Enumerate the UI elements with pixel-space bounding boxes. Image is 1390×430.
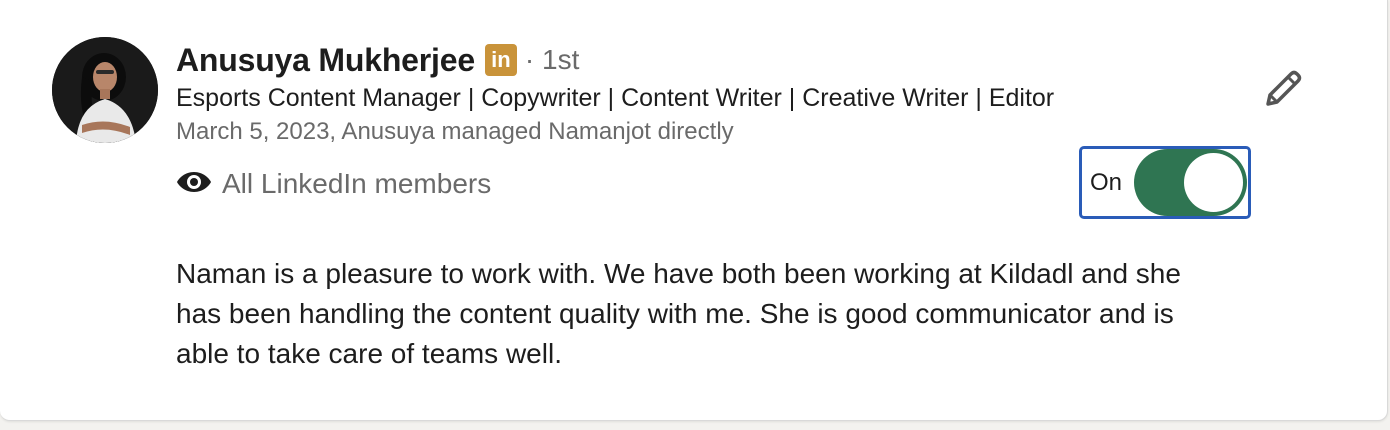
toggle-switch[interactable] [1134,149,1247,216]
recommendation-meta: March 5, 2023, Anusuya managed Namanjot … [176,118,734,145]
avatar-photo [52,37,158,143]
visibility-label: All LinkedIn members [222,168,492,199]
author-name[interactable]: Anusuya Mukherjee [176,42,475,79]
visibility-toggle[interactable]: On [1079,146,1251,219]
pencil-icon [1260,66,1306,117]
author-headline: Esports Content Manager | Copywriter | C… [176,84,1055,112]
edit-button[interactable] [1256,64,1310,118]
toggle-label: On [1090,168,1123,196]
recommendation-text: Naman is a pleasure to work with. We hav… [176,258,1181,369]
visibility-setting: All LinkedIn members [176,166,491,202]
toggle-knob [1184,153,1243,212]
connection-degree: · 1st [524,44,580,75]
recommendation-card: Anusuya Mukherjee in · 1st Esports Conte… [0,0,1388,421]
eye-icon [176,170,212,199]
author-avatar[interactable] [52,37,158,143]
linkedin-icon: in [484,44,517,76]
author-name-row: Anusuya Mukherjee in · 1st [176,40,579,80]
